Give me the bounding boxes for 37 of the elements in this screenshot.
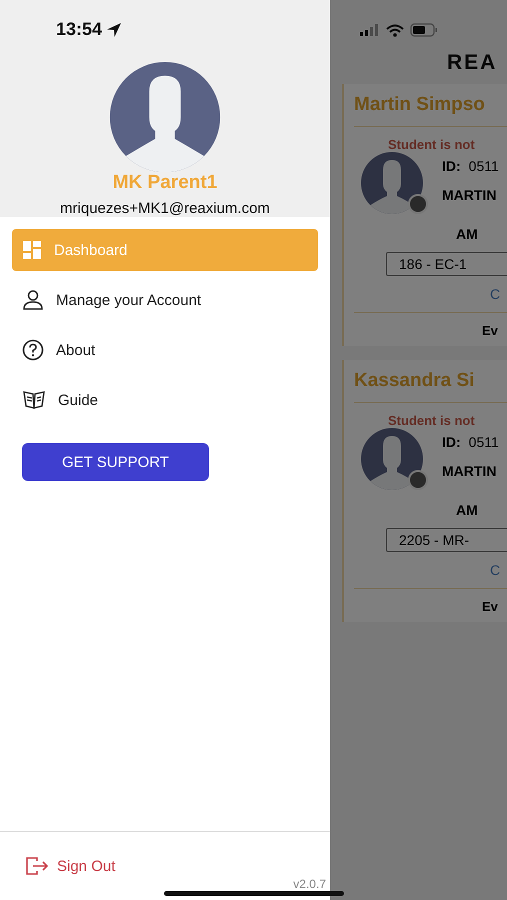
version-label: v2.0.7 xyxy=(293,877,326,891)
battery-icon xyxy=(410,23,438,37)
card-link[interactable]: C xyxy=(354,286,507,302)
menu-item[interactable]: Guide xyxy=(12,379,318,421)
location-arrow-icon xyxy=(106,22,122,38)
book-icon xyxy=(22,389,46,411)
card-footer-text: Ev xyxy=(481,599,499,614)
signal-icon xyxy=(360,24,380,36)
question-icon xyxy=(22,339,44,361)
get-support-button[interactable]: GET SUPPORT xyxy=(22,443,209,481)
id-label: ID: xyxy=(442,434,461,450)
route-field[interactable]: 186 - EC-1 xyxy=(386,252,507,276)
menu-item[interactable]: About xyxy=(12,329,318,371)
app-title: REA xyxy=(447,51,498,75)
status-time: 13:54 xyxy=(56,19,102,40)
profile-email: mriquezes+MK1@reaxium.com xyxy=(60,200,270,217)
status-message: Student is not xyxy=(387,137,476,152)
status-message: Student is not xyxy=(387,413,476,428)
card-link[interactable]: C xyxy=(354,562,507,578)
route-field[interactable]: 2205 - MR- xyxy=(386,528,507,552)
dashboard-icon xyxy=(22,240,42,260)
menu-item[interactable]: Manage your Account xyxy=(12,279,318,321)
person-icon xyxy=(22,289,44,311)
wifi-icon xyxy=(386,24,404,36)
profile-name: MK Parent1 xyxy=(112,172,218,194)
student-fullname: MARTIN xyxy=(442,187,498,203)
sign-out-link[interactable]: Sign Out xyxy=(0,832,116,876)
session-label: AM xyxy=(455,502,479,518)
student-id: 0511 xyxy=(468,158,499,174)
student-id: 0511 xyxy=(468,434,499,450)
student-name: Kassandra Si xyxy=(354,370,476,392)
session-label: AM xyxy=(455,226,479,242)
card-footer-text: Ev xyxy=(481,323,499,338)
id-label: ID: xyxy=(442,158,461,174)
sign-out-icon xyxy=(25,856,49,876)
student-fullname: MARTIN xyxy=(442,463,498,479)
student-name: Martin Simpso xyxy=(354,94,486,116)
